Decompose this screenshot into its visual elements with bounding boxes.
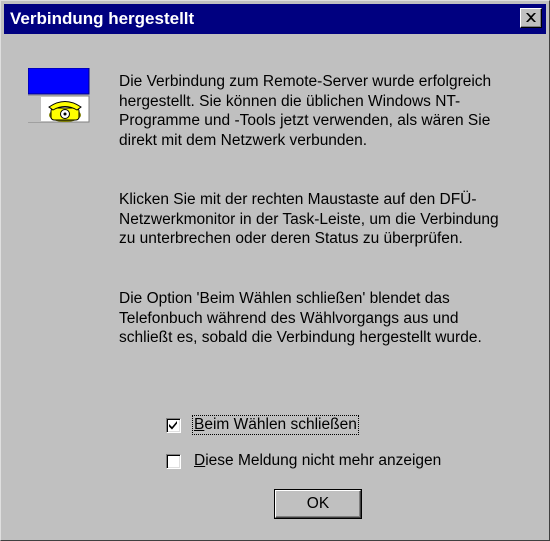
message-paragraph-1: Die Verbindung zum Remote-Server wurde e… [119,73,492,149]
close-on-dial-option[interactable]: Beim Wählen schließen [166,415,359,435]
dont-show-again-label[interactable]: Diese Meldung nicht mehr anzeigen [193,452,442,470]
message-paragraph-3: Die Option 'Beim Wählen schließen' blend… [119,290,482,346]
dont-show-again-checkbox[interactable] [166,453,181,469]
telephone-icon [48,101,82,122]
title-bar[interactable]: Verbindung hergestellt [4,4,546,34]
window-title: Verbindung hergestellt [10,9,195,28]
close-on-dial-checkbox[interactable] [166,417,181,433]
ok-button[interactable]: OK [274,489,362,519]
close-on-dial-mnemonic: B [194,416,205,433]
dont-show-again-option[interactable]: Diese Meldung nicht mehr anzeigen [166,451,442,471]
close-on-dial-label[interactable]: Beim Wählen schließen [192,415,359,435]
dialog-window: Verbindung hergestellt Die Verbindung zu… [0,0,550,541]
message-paragraph-2: Klicken Sie mit der rechten Maustaste au… [119,191,499,247]
checkmark-icon [169,420,177,429]
close-on-dial-label-text: eim Wählen schließen [204,416,357,433]
dont-show-again-label-text: iese Meldung nicht mehr anzeigen [205,452,442,469]
close-button[interactable] [520,8,542,28]
ok-button-label: OK [306,495,330,512]
dont-show-again-mnemonic: D [194,452,206,469]
close-icon [526,13,536,22]
phone-connection-icon [27,67,92,124]
